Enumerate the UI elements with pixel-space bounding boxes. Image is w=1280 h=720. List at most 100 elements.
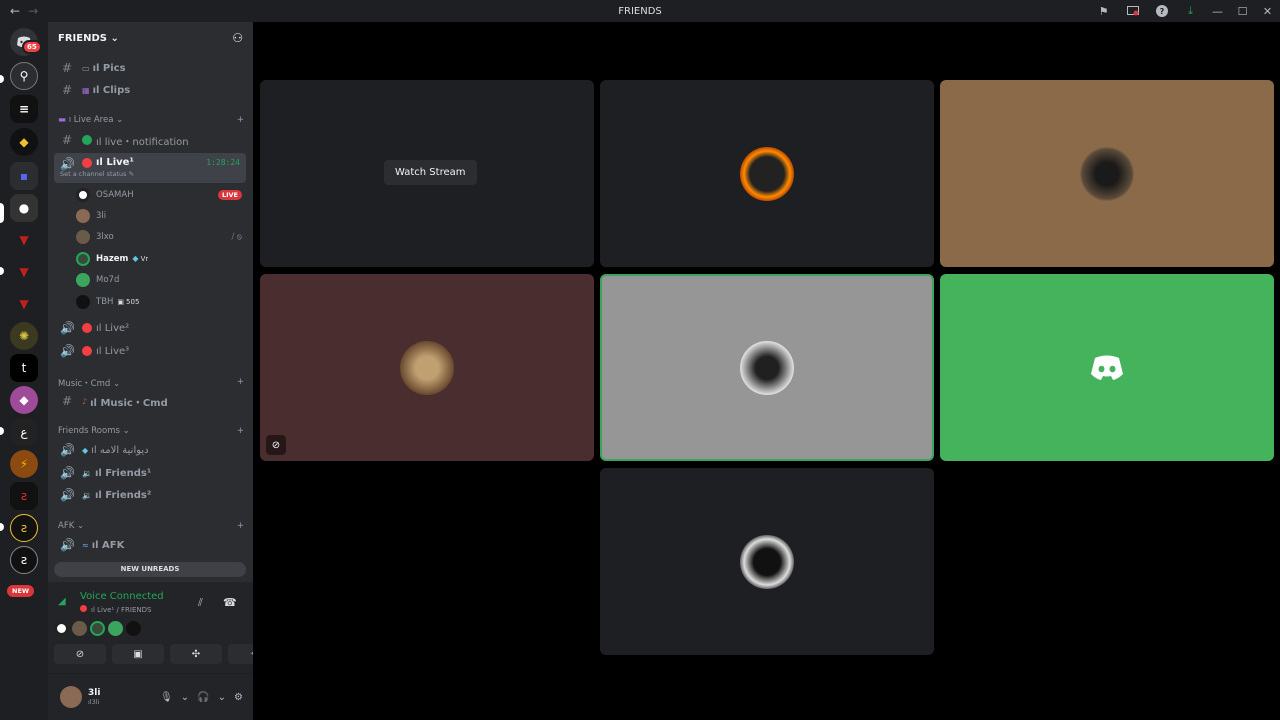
help-icon[interactable]: ? (1147, 0, 1176, 22)
server-header[interactable]: FRIENDS ⌄ ⚇ (48, 22, 253, 54)
disconnect-icon[interactable]: ☎ (223, 596, 237, 609)
avatar[interactable] (126, 621, 141, 636)
server-icon[interactable]: ▼ (10, 290, 38, 318)
forward-arrow-icon[interactable]: → (28, 4, 38, 18)
mention-badge: 65 (22, 40, 42, 54)
category-music[interactable]: Music・Cmd ⌄ + (58, 377, 244, 389)
server-icon[interactable]: ⚡ (10, 450, 38, 478)
voice-member[interactable]: 3li (76, 206, 242, 225)
maximize-button[interactable]: ☐ (1230, 0, 1255, 22)
voice-member[interactable]: OSAMAH LIVE (76, 185, 242, 204)
stream-tile[interactable]: Watch Stream (260, 80, 594, 267)
avatar[interactable] (108, 621, 123, 636)
channel-arabic[interactable]: 🔊 ◆ ıl دیوانیة الامه (54, 440, 246, 460)
avatar[interactable] (90, 621, 105, 636)
channel-live1[interactable]: 🔊 ıl Live¹ 1:28:24 Set a channel status … (54, 153, 246, 183)
server-icon[interactable]: ع (10, 418, 38, 446)
channel-label: ıl Friends¹ (94, 467, 152, 479)
voice-member[interactable]: TBH ▣ 505 (76, 292, 242, 311)
channel-music[interactable]: # ♪ ıl Music・Cmd (54, 391, 246, 411)
channel-friends2[interactable]: 🔊 🔉 ıl Friends² (54, 485, 246, 505)
microphone-icon[interactable]: 🎙 (160, 692, 173, 703)
add-friend-icon[interactable]: ⚇ (232, 31, 243, 45)
server-icon[interactable]: ƨ (10, 514, 38, 542)
channel-live3[interactable]: 🔊 ıl Live³ (54, 341, 246, 361)
avatar[interactable] (72, 621, 87, 636)
gear-icon[interactable]: ⚙ (234, 692, 243, 703)
guild-tag-icon: ▣ (117, 297, 125, 306)
server-icon[interactable]: ƨ (10, 482, 38, 510)
folder-icon[interactable]: ▪ (10, 162, 38, 190)
new-unreads-bar[interactable]: NEW UNREADS (54, 562, 246, 577)
channel-status-text[interactable]: Set a channel status (60, 170, 127, 178)
close-button[interactable]: ✕ (1255, 0, 1280, 22)
selected-pill (0, 203, 4, 223)
member-tag: 505 (126, 297, 140, 306)
participant-tile[interactable] (600, 468, 934, 655)
chevron-down-icon[interactable]: ⌄ (218, 692, 226, 703)
add-channel-icon[interactable]: + (237, 521, 244, 531)
participant-tile[interactable] (940, 80, 1274, 267)
server-icon[interactable]: ◆ (10, 386, 38, 414)
voice-member[interactable]: Mo7d (76, 270, 242, 289)
activities-button[interactable]: ✣ (170, 644, 222, 664)
category-friends-rooms[interactable]: Friends Rooms ⌄ + (58, 426, 244, 436)
voice-channel[interactable]: ıl Live¹ / FRIENDS (91, 606, 151, 614)
server-icon[interactable]: ≡ (10, 95, 38, 123)
add-channel-icon[interactable]: + (237, 115, 244, 125)
screen-share-button[interactable]: ▣ (112, 644, 164, 664)
avatar[interactable] (54, 621, 69, 636)
server-icon[interactable]: ƨ (10, 546, 38, 574)
add-channel-icon[interactable]: + (237, 377, 244, 389)
category-live-area[interactable]: ▬ ı Live Area ⌄ + (58, 115, 244, 125)
channel-live-notification[interactable]: # ıl live・notification (54, 130, 246, 150)
noise-suppression-icon[interactable]: ⫽ (198, 596, 203, 610)
participant-tile[interactable]: ⊘ (260, 274, 594, 461)
server-icon[interactable]: t (10, 354, 38, 382)
voice-status[interactable]: Voice Connected (80, 591, 164, 602)
hash-icon: # (61, 61, 73, 75)
server-icon[interactable]: ● (10, 194, 38, 222)
server-icon[interactable]: ▼ (10, 258, 38, 286)
back-arrow-icon[interactable]: ← (10, 4, 20, 18)
camera-off-button[interactable]: ⊘ (54, 644, 106, 664)
hash-icon: # (61, 394, 73, 408)
channel-live2[interactable]: 🔊 ıl Live² (54, 318, 246, 338)
channel-afk[interactable]: 🔊 ≈ ıl AFK (54, 535, 246, 555)
new-pill[interactable]: NEW (7, 585, 35, 597)
channel-clips[interactable]: # ▦ ıl Clips (54, 80, 246, 100)
add-channel-icon[interactable]: + (237, 426, 244, 436)
participant-tile[interactable] (940, 274, 1274, 461)
avatar[interactable] (60, 686, 82, 708)
speaker-icon: 🔊 (60, 488, 75, 502)
title-bar: ← → FRIENDS ⚑ ? ⤓ — ☐ ✕ (0, 0, 1280, 22)
participant-tile-speaking[interactable] (600, 274, 934, 461)
headphones-icon[interactable]: 🎧 (197, 692, 209, 703)
server-icon[interactable]: ◆ (10, 128, 38, 156)
minimize-button[interactable]: — (1205, 0, 1230, 22)
server-icon[interactable]: ✺ (10, 322, 38, 350)
screen-share-icon[interactable] (1118, 0, 1147, 22)
category-afk[interactable]: AFK ⌄ + (58, 521, 244, 531)
channel-label: ıl Live² (96, 322, 130, 334)
channel-label: ıl AFK (91, 539, 125, 551)
channel-label: ıl Clips (92, 84, 131, 96)
signal-icon[interactable]: ◢ (58, 596, 66, 607)
pencil-icon[interactable]: ✎ (129, 170, 134, 178)
username[interactable]: 3li (88, 688, 100, 698)
channel-pics[interactable]: # ▭ ıl Pics (54, 58, 246, 78)
inbox-flag-icon[interactable]: ⚑ (1089, 0, 1118, 22)
voice-member[interactable]: 3lxo ⧸ ⦸ (76, 227, 242, 246)
discord-logo-icon (1091, 355, 1123, 380)
category-label: ı Live Area (68, 115, 114, 125)
server-icon[interactable]: ▼ (10, 226, 38, 254)
server-icon[interactable]: ⚲ (10, 62, 38, 90)
download-icon[interactable]: ⤓ (1176, 0, 1205, 22)
chevron-down-icon[interactable]: ⌄ (181, 692, 189, 703)
voice-member[interactable]: Hazem ◆ Vr (76, 249, 242, 268)
participant-tile[interactable] (600, 80, 934, 267)
avatar (76, 187, 90, 202)
server-list: 65 ⚲ ≡ ◆ ▪ ● ▼ ▼ ▼ ✺ t ◆ ع ⚡ ƨ ƨ ƨ NEW (0, 22, 48, 720)
watch-stream-button[interactable]: Watch Stream (384, 160, 477, 185)
channel-friends1[interactable]: 🔊 🔉 ıl Friends¹ (54, 463, 246, 483)
